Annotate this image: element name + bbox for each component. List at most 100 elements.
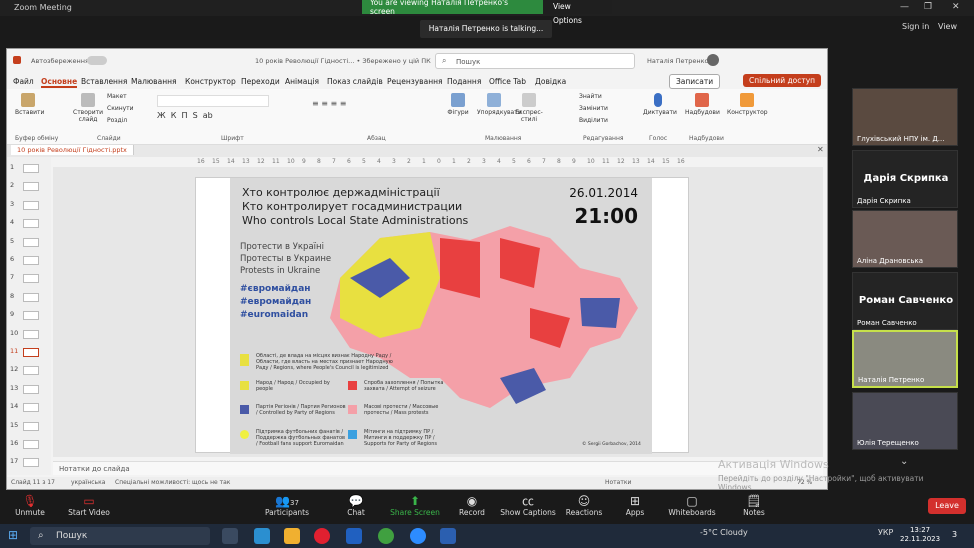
menu-office-tab[interactable]: Office Tab: [489, 77, 526, 86]
slide-thumbnail[interactable]: [23, 458, 39, 468]
replace-button[interactable]: Замінити: [579, 105, 608, 112]
zoom-app-icon[interactable]: [410, 528, 426, 544]
notification-badge[interactable]: 3: [952, 530, 957, 539]
slide-thumbnail[interactable]: [23, 403, 39, 413]
whiteboards-button[interactable]: ▢ Whiteboards: [666, 494, 718, 517]
menu-review[interactable]: Рецензування: [387, 77, 443, 86]
video-tile-hlukhiv[interactable]: Глухівський НПУ ім. Д...: [852, 88, 958, 146]
edge-icon[interactable]: [254, 528, 270, 544]
slide-thumbnail[interactable]: [23, 200, 39, 210]
notes-button[interactable]: 🗒 Notes: [740, 494, 768, 517]
arrange-button[interactable]: Упорядкувати: [477, 93, 522, 116]
maximize-icon[interactable]: ❐: [924, 2, 932, 12]
slide-thumbnail[interactable]: [23, 292, 39, 302]
leave-button[interactable]: Leave: [928, 498, 966, 514]
slide-thumbnail[interactable]: [23, 182, 39, 192]
find-button[interactable]: Знайти: [579, 93, 602, 100]
apps-button[interactable]: ⊞ Apps: [622, 494, 648, 517]
share-button[interactable]: Спільний доступ: [743, 74, 822, 87]
slide-thumbnail[interactable]: [23, 256, 39, 265]
mail-icon[interactable]: [346, 528, 362, 544]
record-meeting-button[interactable]: ◉ Record: [456, 494, 488, 517]
designer-button[interactable]: Конструктор: [727, 93, 768, 116]
font-name-select[interactable]: [157, 95, 269, 107]
menu-draw[interactable]: Малювання: [131, 77, 177, 86]
gallery-scroll-down-icon[interactable]: ⌄: [900, 456, 908, 467]
start-video-button[interactable]: ▭ Start Video: [66, 494, 112, 517]
menu-file[interactable]: Файл: [13, 77, 34, 86]
tab-close-icon[interactable]: ✕: [817, 145, 824, 154]
slide-notes[interactable]: Нотатки до слайда: [53, 461, 823, 475]
ppt-search-box[interactable]: ⌕ Пошук: [435, 53, 635, 69]
menu-insert[interactable]: Вставлення: [81, 77, 127, 86]
slide-thumbnail[interactable]: [23, 366, 39, 376]
quick-styles-button[interactable]: Експрес-стилі: [515, 93, 543, 123]
slide-thumbnail[interactable]: [23, 348, 39, 357]
menu-home[interactable]: Основне: [41, 77, 78, 88]
video-tile-yuliia[interactable]: Юлія Терещенко: [852, 392, 958, 450]
section-button[interactable]: Розділ: [107, 117, 127, 124]
layout-button[interactable]: Макет: [107, 93, 127, 100]
word-icon[interactable]: [440, 528, 456, 544]
tab-document[interactable]: 10 років Революції Гідності.pptx: [11, 145, 134, 155]
whiteboard-icon: ▢: [686, 494, 698, 508]
video-tile-alina[interactable]: Аліна Драновська: [852, 210, 958, 268]
avatar[interactable]: [707, 54, 719, 66]
record-icon: ◉: [466, 494, 478, 508]
video-tile-dariia[interactable]: Дарія Скрипка Дарія Скрипка: [852, 150, 958, 208]
current-slide[interactable]: Хто контролює держадміністрації Кто конт…: [195, 177, 689, 454]
slide-thumbnail[interactable]: [23, 384, 39, 394]
shapes-button[interactable]: Фігури: [445, 93, 471, 116]
slide-thumbnail[interactable]: [23, 219, 39, 229]
weather-widget[interactable]: -5°C Cloudy: [700, 528, 748, 537]
notes-toggle[interactable]: Нотатки: [605, 479, 631, 486]
taskbar-clock[interactable]: 13:27 22.11.2023: [900, 526, 940, 544]
slide-thumbnail[interactable]: [23, 311, 39, 321]
slide-thumbnail[interactable]: [23, 237, 39, 247]
slide-thumbnail[interactable]: [23, 274, 39, 284]
language-indicator[interactable]: УКР: [878, 528, 893, 537]
unmute-button[interactable]: 🎙 Unmute: [12, 494, 48, 517]
share-screen-button[interactable]: ⬆ Share Screen: [390, 494, 440, 517]
video-tile-nataliia[interactable]: Наталія Петренко: [852, 330, 958, 388]
select-button[interactable]: Виділити: [579, 117, 608, 124]
captions-button[interactable]: ㏄ Show Captions: [500, 494, 556, 517]
reset-button[interactable]: Скинути: [107, 105, 134, 112]
menu-help[interactable]: Довідка: [535, 77, 566, 86]
legend-swatch-pr-rallies: [348, 430, 357, 439]
menu-animations[interactable]: Анімація: [285, 77, 319, 86]
windows-start-icon[interactable]: ⊞: [8, 528, 18, 542]
sign-in-button[interactable]: Sign in: [902, 22, 929, 31]
menu-design[interactable]: Конструктор: [185, 77, 236, 86]
chrome-icon[interactable]: [378, 528, 394, 544]
menu-slideshow[interactable]: Показ слайдів: [327, 77, 383, 86]
minimize-icon[interactable]: —: [900, 2, 909, 12]
view-button[interactable]: View: [938, 22, 957, 31]
video-tile-roman[interactable]: Роман Савченко Роман Савченко: [852, 272, 958, 330]
paragraph-buttons[interactable]: ≡ ≡ ≡ ≡: [312, 99, 346, 108]
slide-thumbnail[interactable]: [23, 421, 39, 431]
menu-view[interactable]: Подання: [447, 77, 481, 86]
menu-transitions[interactable]: Переходи: [241, 77, 280, 86]
slide-thumbnail[interactable]: [23, 329, 39, 339]
dictate-button[interactable]: Диктувати: [643, 93, 677, 116]
windows-activation-text: Перейдіть до розділу "Настройки", щоб ак…: [718, 474, 924, 492]
slide-thumbnail[interactable]: [23, 440, 39, 449]
accessibility-status[interactable]: Спеціальні можливості: щось не так: [115, 479, 230, 486]
view-options-button[interactable]: View Options: [542, 0, 612, 25]
new-slide-button[interactable]: Створити слайд: [73, 93, 103, 123]
paste-button[interactable]: Вставити: [15, 93, 44, 116]
slide-thumbnail[interactable]: [23, 164, 39, 173]
close-icon[interactable]: ✕: [952, 2, 960, 12]
taskbar-search[interactable]: ⌕ Пошук: [30, 527, 210, 545]
autosave-toggle[interactable]: [87, 56, 107, 65]
file-explorer-icon[interactable]: [284, 528, 300, 544]
task-view-icon[interactable]: [222, 528, 238, 544]
opera-icon[interactable]: [314, 528, 330, 544]
addins-button[interactable]: Надбудови: [685, 93, 720, 116]
reactions-button[interactable]: ☺ Reactions: [564, 494, 604, 517]
participants-button[interactable]: 👥37 Participants: [262, 494, 312, 517]
font-format-buttons[interactable]: Ж К П S ab: [157, 111, 213, 120]
record-button[interactable]: Записати: [669, 74, 721, 89]
chat-button[interactable]: 💬 Chat: [342, 494, 370, 517]
